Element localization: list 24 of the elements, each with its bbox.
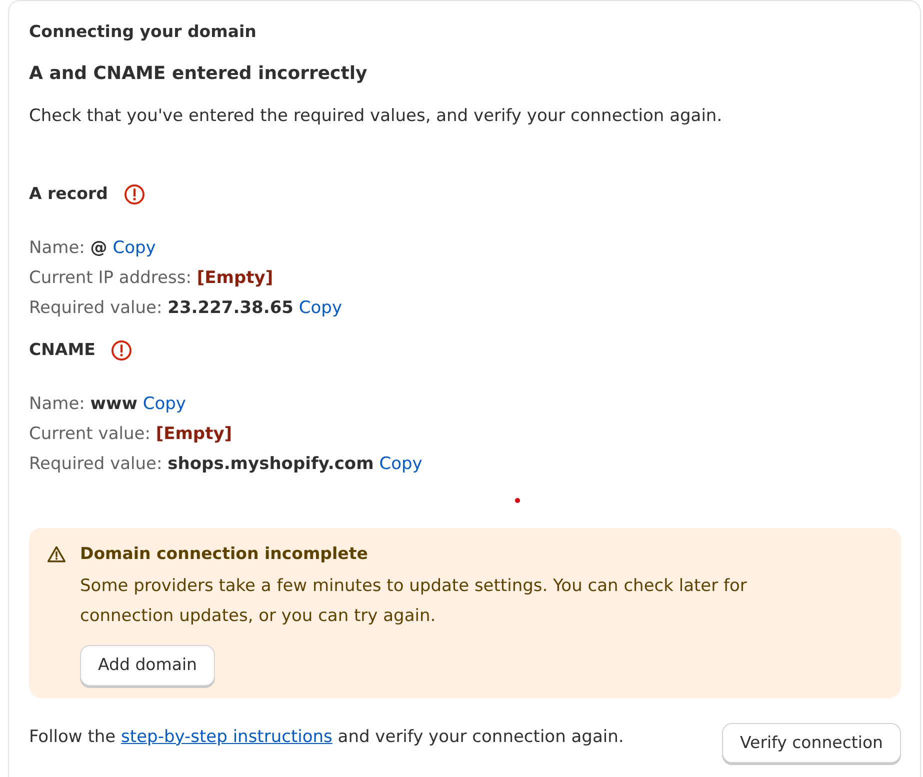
card-title: Connecting your domain bbox=[29, 21, 258, 43]
copy-link[interactable]: Copy bbox=[379, 454, 422, 474]
record-title: A record bbox=[29, 183, 108, 205]
banner-text: Some providers take a few minutes to update settings. You can check later for connection updates, or you can try again. bbox=[80, 575, 748, 628]
record-field: Current value: [Empty] bbox=[29, 419, 901, 449]
record-title: CNAME bbox=[29, 339, 96, 361]
record-field: Required value: 23.227.38.65 Copy bbox=[29, 293, 901, 323]
instructions-link[interactable]: step-by-step instructions bbox=[121, 727, 332, 747]
error-icon bbox=[124, 184, 145, 204]
error-icon bbox=[111, 340, 132, 360]
copy-link[interactable]: Copy bbox=[298, 298, 342, 318]
footer-text: Follow the step-by-step instructions and verify your connection again. bbox=[29, 726, 624, 749]
copy-link[interactable]: Copy bbox=[112, 238, 156, 258]
add-domain-button[interactable]: Add domain bbox=[80, 645, 215, 686]
record-field: Current IP address: [Empty] bbox=[29, 263, 901, 293]
copy-link[interactable]: Copy bbox=[142, 394, 186, 414]
record-field: Name: @ Copy bbox=[29, 233, 901, 263]
record-field: Required value: shops.myshopify.com Copy bbox=[29, 449, 901, 479]
record-field: Name: www Copy bbox=[29, 389, 901, 419]
banner-title: Domain connection incomplete bbox=[80, 543, 368, 565]
status-heading: A and CNAME entered incorrectly bbox=[29, 62, 368, 86]
description-text: Check that you've entered the required values, and verify your connection again. bbox=[29, 105, 724, 128]
warning-icon bbox=[47, 545, 66, 564]
verify-connection-button[interactable]: Verify connection bbox=[722, 723, 901, 763]
